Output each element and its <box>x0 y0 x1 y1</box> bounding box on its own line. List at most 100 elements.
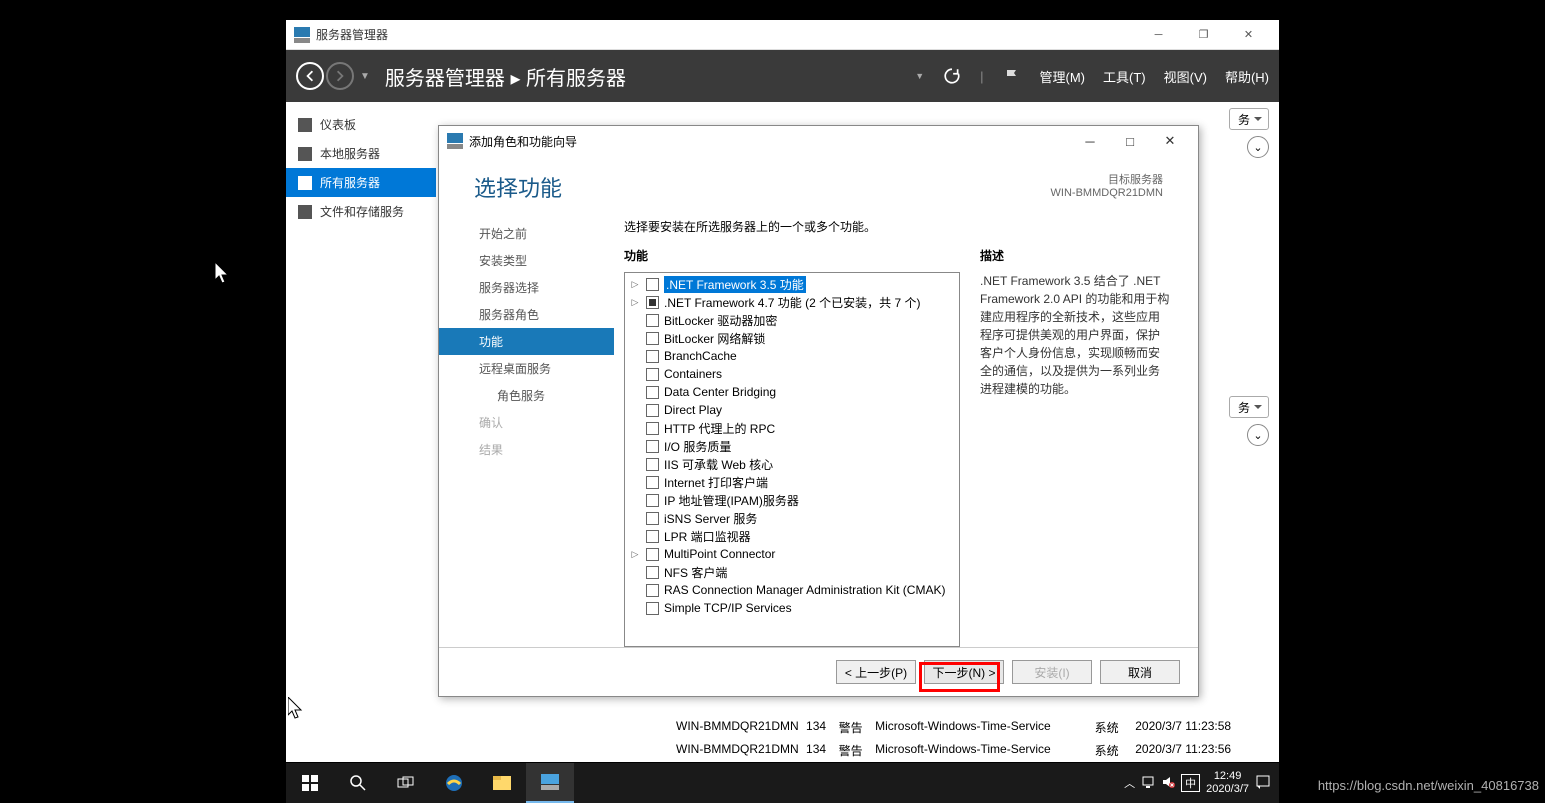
feature-item[interactable]: BitLocker 网络解锁 <box>625 329 959 347</box>
event-row[interactable]: WIN-BMMDQR21DMN 134 警告 Microsoft-Windows… <box>676 739 1249 762</box>
wizard-maximize-button[interactable]: □ <box>1110 134 1150 149</box>
menu-help[interactable]: 帮助(H) <box>1225 67 1269 86</box>
sidebar-item-all-servers[interactable]: 所有服务器 <box>286 168 436 197</box>
expander-icon[interactable]: ▷ <box>629 549 641 560</box>
expand-button-2[interactable]: ⌄ <box>1247 424 1269 446</box>
task-view-button[interactable] <box>382 763 430 803</box>
parent-title-bar: 服务器管理器 ─ ❐ ✕ <box>286 20 1279 50</box>
checkbox[interactable] <box>646 566 659 579</box>
checkbox[interactable] <box>646 386 659 399</box>
clock[interactable]: 12:49 2020/3/7 <box>1206 770 1249 796</box>
ie-button[interactable] <box>430 763 478 803</box>
nav-before[interactable]: 开始之前 <box>469 220 614 247</box>
checkbox[interactable] <box>646 476 659 489</box>
event-row[interactable]: WIN-BMMDQR21DMN 134 警告 Microsoft-Windows… <box>676 716 1249 739</box>
feature-item[interactable]: iSNS Server 服务 <box>625 509 959 527</box>
features-tree[interactable]: ▷.NET Framework 3.5 功能▷.NET Framework 4.… <box>624 272 960 647</box>
feature-item[interactable]: Data Center Bridging <box>625 383 959 401</box>
feature-label: Data Center Bridging <box>664 385 776 399</box>
nav-features[interactable]: 功能 <box>439 328 614 355</box>
expander-icon[interactable]: ▷ <box>629 279 641 290</box>
flag-icon[interactable] <box>1002 66 1022 86</box>
next-button[interactable]: 下一步(N) > <box>924 660 1004 684</box>
feature-label: .NET Framework 4.7 功能 (2 个已安装，共 7 个) <box>664 294 920 311</box>
dropdown-icon[interactable]: ▼ <box>915 71 924 81</box>
feature-item[interactable]: Direct Play <box>625 401 959 419</box>
dropdown-caret-icon[interactable]: ▼ <box>360 71 370 82</box>
network-icon[interactable] <box>1141 775 1155 792</box>
feature-label: Simple TCP/IP Services <box>664 601 792 615</box>
add-roles-wizard: 添加角色和功能向导 ─ □ ✕ 选择功能 目标服务器 WIN-BMMDQR21D… <box>438 125 1199 697</box>
feature-item[interactable]: RAS Connection Manager Administration Ki… <box>625 581 959 599</box>
tasks-dropdown-2[interactable]: 务 <box>1229 396 1269 418</box>
feature-item[interactable]: LPR 端口监视器 <box>625 527 959 545</box>
checkbox[interactable] <box>646 530 659 543</box>
wizard-close-button[interactable]: ✕ <box>1150 133 1190 149</box>
search-button[interactable] <box>334 763 382 803</box>
sidebar-item-file-storage[interactable]: 文件和存储服务 <box>286 197 436 226</box>
feature-item[interactable]: IP 地址管理(IPAM)服务器 <box>625 491 959 509</box>
minimize-button[interactable]: ─ <box>1136 20 1181 50</box>
checkbox[interactable] <box>646 296 659 309</box>
nav-remote-desktop[interactable]: 远程桌面服务 <box>469 355 614 382</box>
feature-item[interactable]: BranchCache <box>625 347 959 365</box>
start-button[interactable] <box>286 763 334 803</box>
expand-button-1[interactable]: ⌄ <box>1247 136 1269 158</box>
checkbox[interactable] <box>646 458 659 471</box>
feature-item[interactable]: Internet 打印客户端 <box>625 473 959 491</box>
close-button[interactable]: ✕ <box>1226 20 1271 50</box>
cancel-button[interactable]: 取消 <box>1100 660 1180 684</box>
nav-server-selection[interactable]: 服务器选择 <box>469 274 614 301</box>
notifications-button[interactable] <box>1255 774 1271 793</box>
checkbox[interactable] <box>646 422 659 435</box>
feature-item[interactable]: ▷.NET Framework 3.5 功能 <box>625 275 959 293</box>
sidebar-item-dashboard[interactable]: 仪表板 <box>286 110 436 139</box>
checkbox[interactable] <box>646 368 659 381</box>
sidebar-item-local-server[interactable]: 本地服务器 <box>286 139 436 168</box>
sidebar: 仪表板 本地服务器 所有服务器 文件和存储服务 <box>286 102 436 762</box>
feature-item[interactable]: IIS 可承载 Web 核心 <box>625 455 959 473</box>
nav-server-roles[interactable]: 服务器角色 <box>469 301 614 328</box>
feature-item[interactable]: I/O 服务质量 <box>625 437 959 455</box>
feature-item[interactable]: Simple TCP/IP Services <box>625 599 959 617</box>
expander-icon[interactable]: ▷ <box>629 297 641 308</box>
tasks-dropdown[interactable]: 务 <box>1229 108 1269 130</box>
checkbox[interactable] <box>646 404 659 417</box>
checkbox[interactable] <box>646 512 659 525</box>
tray-chevron-icon[interactable]: ︿ <box>1124 775 1135 791</box>
menu-manage[interactable]: 管理(M) <box>1040 67 1086 86</box>
menu-tools[interactable]: 工具(T) <box>1103 67 1146 86</box>
nav-role-services[interactable]: 角色服务 <box>469 382 614 409</box>
nav-install-type[interactable]: 安装类型 <box>469 247 614 274</box>
server-manager-taskbar-button[interactable] <box>526 763 574 803</box>
prev-button[interactable]: < 上一步(P) <box>836 660 916 684</box>
checkbox[interactable] <box>646 332 659 345</box>
feature-label: Internet 打印客户端 <box>664 474 768 491</box>
checkbox[interactable] <box>646 602 659 615</box>
checkbox[interactable] <box>646 278 659 291</box>
ime-indicator[interactable]: 中 <box>1181 774 1200 792</box>
feature-item[interactable]: Containers <box>625 365 959 383</box>
menu-view[interactable]: 视图(V) <box>1164 67 1207 86</box>
wizard-intro: 选择要安装在所选服务器上的一个或多个功能。 <box>624 218 1170 235</box>
maximize-button[interactable]: ❐ <box>1181 20 1226 50</box>
refresh-icon[interactable] <box>942 66 962 86</box>
explorer-button[interactable] <box>478 763 526 803</box>
checkbox[interactable] <box>646 584 659 597</box>
feature-item[interactable]: BitLocker 驱动器加密 <box>625 311 959 329</box>
feature-item[interactable]: ▷ .NET Framework 4.7 功能 (2 个已安装，共 7 个) <box>625 293 959 311</box>
checkbox[interactable] <box>646 548 659 561</box>
feature-item[interactable]: HTTP 代理上的 RPC <box>625 419 959 437</box>
volume-icon[interactable] <box>1161 775 1175 792</box>
wizard-minimize-button[interactable]: ─ <box>1070 134 1110 149</box>
forward-button[interactable] <box>326 62 354 90</box>
checkbox[interactable] <box>646 494 659 507</box>
checkbox[interactable] <box>646 440 659 453</box>
back-button[interactable] <box>296 62 324 90</box>
feature-item[interactable]: NFS 客户端 <box>625 563 959 581</box>
feature-item[interactable]: ▷MultiPoint Connector <box>625 545 959 563</box>
checkbox[interactable] <box>646 350 659 363</box>
events-list: WIN-BMMDQR21DMN 134 警告 Microsoft-Windows… <box>676 716 1249 762</box>
checkbox[interactable] <box>646 314 659 327</box>
header-bar: ▼ 服务器管理器 ▸ 所有服务器 ▼ | 管理(M) 工具(T) 视图(V) 帮… <box>286 50 1279 102</box>
